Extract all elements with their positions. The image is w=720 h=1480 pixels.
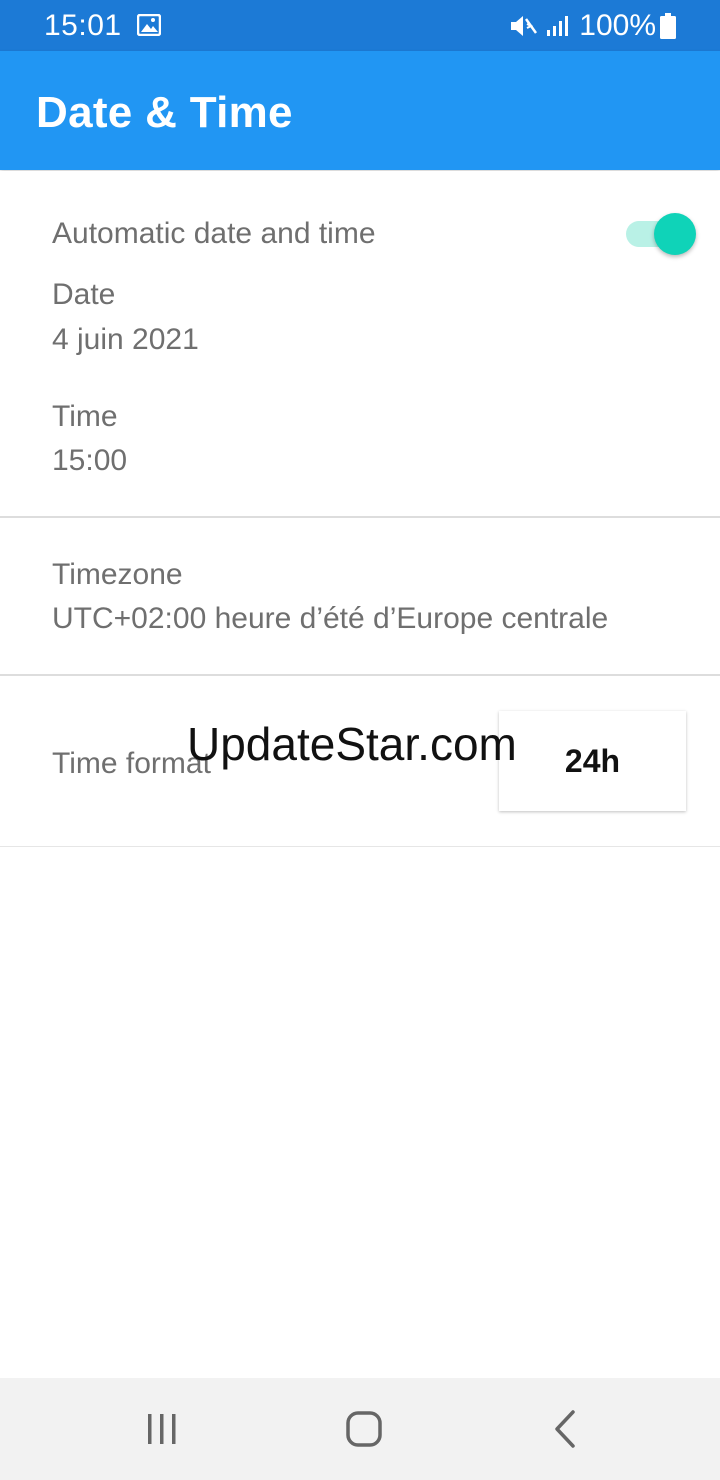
gallery-icon (137, 14, 161, 36)
status-time: 15:01 (44, 9, 122, 42)
app-bar: Date & Time (0, 51, 720, 170)
time-label[interactable]: Time (52, 397, 118, 437)
status-icons: 100% (509, 6, 676, 46)
back-button[interactable] (541, 1404, 591, 1454)
automatic-date-time-label: Automatic date and time (52, 217, 376, 250)
automatic-date-time-toggle[interactable] (624, 212, 696, 256)
date-label[interactable]: Date (52, 275, 115, 315)
home-icon (346, 1411, 382, 1447)
home-button[interactable] (339, 1404, 389, 1454)
watermark: UpdateStar.com (187, 718, 517, 770)
divider (0, 674, 720, 676)
date-value[interactable]: 4 juin 2021 (52, 320, 199, 360)
battery-percentage: 100% (579, 9, 656, 42)
back-icon (555, 1410, 575, 1448)
divider (0, 516, 720, 518)
status-bar: 15:01 100% (0, 0, 720, 51)
signal-icon (547, 16, 569, 36)
timezone-label[interactable]: Timezone (52, 555, 183, 595)
recents-button[interactable] (137, 1404, 187, 1454)
recents-icon (148, 1414, 176, 1444)
page-title: Date & Time (36, 88, 293, 137)
time-value[interactable]: 15:00 (52, 441, 127, 481)
navigation-bar (0, 1378, 720, 1480)
time-format-selector[interactable]: 24h (499, 711, 686, 811)
time-format-value: 24h (564, 743, 621, 779)
battery-icon (660, 13, 676, 39)
mute-icon (511, 16, 538, 36)
toggle-thumb (654, 213, 696, 255)
timezone-value[interactable]: UTC+02:00 heure d’été d’Europe centrale (52, 599, 608, 639)
